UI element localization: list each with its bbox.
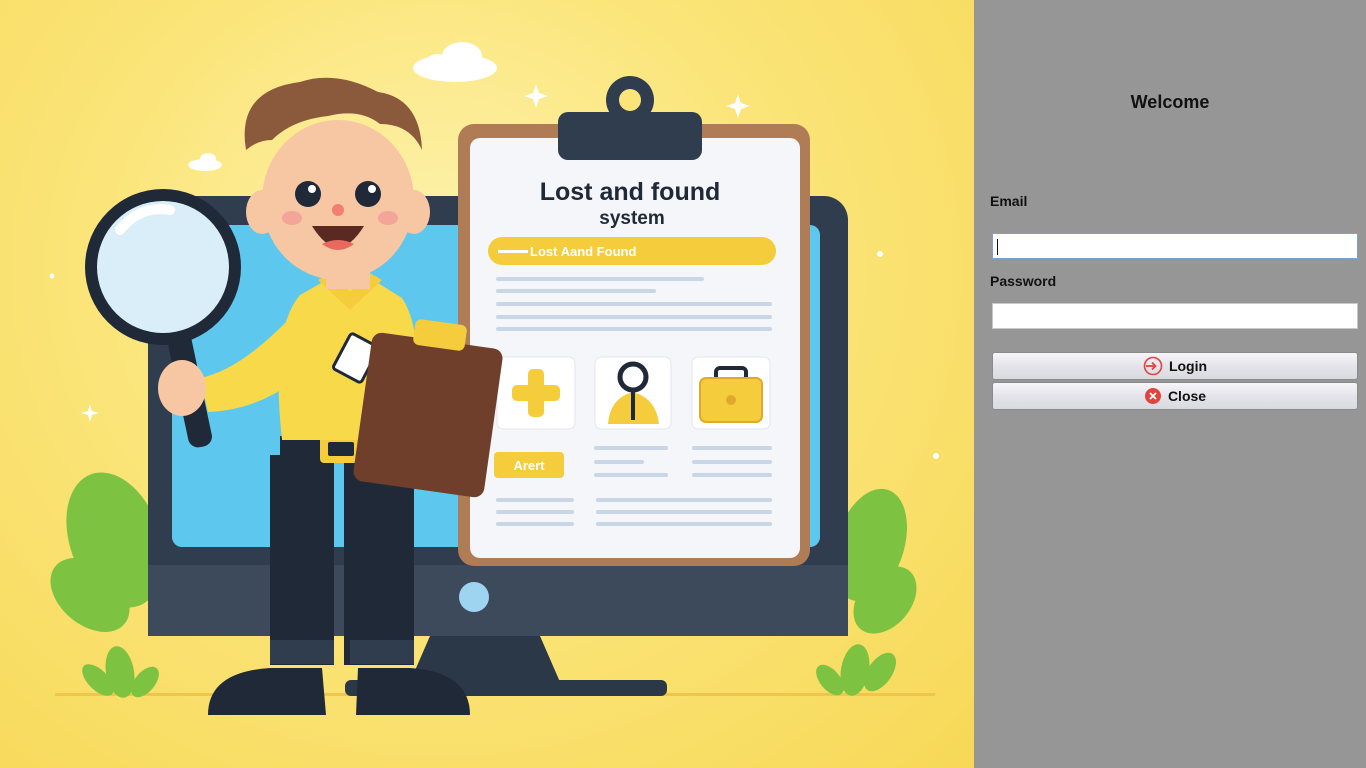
hero-illustration: Lost and found system Lost Aand Found Ar… [0,0,974,768]
close-button-label: Close [1167,388,1207,404]
lost-and-found-illustration: Lost and found system Lost Aand Found Ar… [49,42,939,715]
login-button[interactable]: Login [992,352,1358,380]
board-title-line1: Lost and found [540,178,721,206]
board-alert: Arert [513,458,545,473]
login-panel: Welcome Email Password Login Close [974,0,1366,768]
close-button[interactable]: Close [992,382,1358,410]
password-field[interactable] [992,303,1358,329]
welcome-heading: Welcome [1130,92,1210,112]
text-caret [997,239,998,255]
login-arrow-icon [1143,356,1163,376]
login-button-label: Login [1168,358,1208,374]
board-title-line2: system [599,208,665,229]
password-label: Password [990,273,1057,289]
close-circle-icon [1144,388,1161,404]
email-label: Email [990,193,1028,209]
clipboard-document: Lost and found system Lost Aand Found Ar… [458,76,810,566]
board-banner: Lost Aand Found [530,244,636,259]
email-field[interactable] [992,233,1358,259]
